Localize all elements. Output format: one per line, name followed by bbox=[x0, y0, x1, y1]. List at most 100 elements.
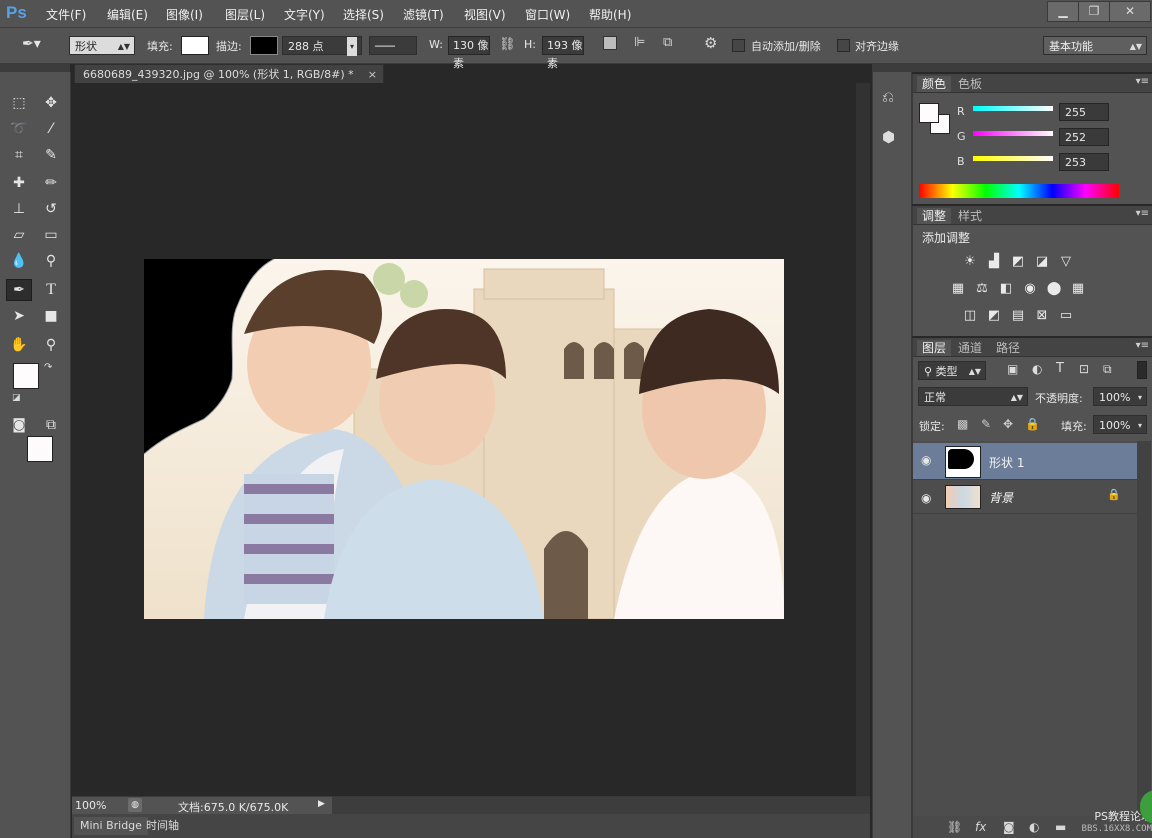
eye-icon[interactable]: ◉ bbox=[921, 491, 931, 505]
stroke-swatch[interactable] bbox=[250, 36, 278, 55]
brush-tool-icon[interactable]: ✏ bbox=[38, 172, 64, 194]
status-menu-icon[interactable]: ◍ bbox=[128, 798, 142, 812]
eyedropper-tool-icon[interactable]: ✎ bbox=[38, 144, 64, 166]
filter-smart-object-icon[interactable]: ⧉ bbox=[1103, 362, 1112, 377]
channel-g-value[interactable]: 252 bbox=[1059, 128, 1109, 146]
path-arrangement-icon[interactable]: ⧉ bbox=[663, 35, 672, 50]
3d-panel-icon[interactable]: ⬢ bbox=[882, 128, 895, 146]
move-tool-icon[interactable]: ✥ bbox=[38, 92, 64, 114]
close-icon[interactable]: × bbox=[368, 65, 377, 84]
foreground-color-chip[interactable] bbox=[919, 103, 939, 123]
minimize-button[interactable]: ▁ bbox=[1047, 1, 1079, 22]
menu-edit[interactable]: 编辑(E) bbox=[107, 6, 148, 23]
quick-mask-icon[interactable]: ◙ bbox=[6, 414, 32, 436]
opacity-field[interactable]: 100% ▾ bbox=[1093, 387, 1147, 406]
quick-select-tool-icon[interactable]: ⁄ bbox=[38, 118, 64, 140]
channel-b-value[interactable]: 253 bbox=[1059, 153, 1109, 171]
type-tool-icon[interactable]: T bbox=[38, 279, 64, 301]
lasso-tool-icon[interactable]: ➰ bbox=[6, 118, 32, 140]
photo-filter-icon[interactable]: ◉ bbox=[1021, 281, 1039, 297]
link-icon[interactable]: ⛓ bbox=[499, 37, 516, 52]
gradient-map-icon[interactable]: ▭ bbox=[1057, 308, 1075, 324]
document-tab[interactable]: 6680689_439320.jpg @ 100% (形状 1, RGB/8#)… bbox=[74, 64, 384, 83]
tab-channels[interactable]: 通道 bbox=[953, 340, 987, 356]
lock-image-icon[interactable]: ✎ bbox=[981, 417, 991, 431]
path-alignment-icon[interactable]: ⊫ bbox=[634, 35, 645, 50]
vertical-scrollbar[interactable] bbox=[856, 83, 870, 796]
new-adjustment-icon[interactable]: ◐ bbox=[1029, 820, 1039, 834]
threshold-icon[interactable]: ▤ bbox=[1009, 308, 1027, 324]
dodge-tool-icon[interactable]: ⚲ bbox=[38, 250, 64, 272]
menu-file[interactable]: 文件(F) bbox=[46, 6, 86, 23]
lock-transparent-icon[interactable]: ▩ bbox=[957, 417, 968, 431]
stroke-style-dropdown[interactable]: ─── bbox=[369, 36, 417, 55]
play-arrow-icon[interactable]: ▶ bbox=[318, 799, 325, 809]
menu-window[interactable]: 窗口(W) bbox=[525, 6, 570, 23]
invert-icon[interactable]: ◫ bbox=[961, 308, 979, 324]
tab-paths[interactable]: 路径 bbox=[991, 340, 1025, 356]
tab-timeline[interactable]: 时间轴 bbox=[140, 817, 185, 835]
color-balance-icon[interactable]: ⚖ bbox=[973, 281, 991, 297]
stroke-size-field[interactable]: 288 点 ▾ bbox=[282, 36, 362, 56]
tab-color[interactable]: 颜色 bbox=[917, 76, 952, 92]
fill-field[interactable]: 100% ▾ bbox=[1093, 415, 1147, 434]
lock-all-icon[interactable]: 🔒 bbox=[1025, 417, 1040, 431]
horizontal-scrollbar[interactable] bbox=[332, 797, 870, 815]
document-image[interactable] bbox=[144, 259, 784, 619]
auto-add-delete-checkbox[interactable] bbox=[732, 39, 745, 52]
blur-tool-icon[interactable]: 💧 bbox=[6, 250, 32, 272]
layer-name[interactable]: 背景 bbox=[989, 489, 1013, 506]
filter-toggle[interactable] bbox=[1137, 361, 1147, 379]
blend-mode-dropdown[interactable]: 正常 ▲▼ bbox=[918, 387, 1028, 406]
panel-menu-icon[interactable]: ▾≡ bbox=[1136, 340, 1149, 351]
brightness-icon[interactable]: ☀ bbox=[961, 254, 979, 270]
tab-styles[interactable]: 样式 bbox=[953, 208, 987, 224]
pen-tool-icon[interactable]: ✒ bbox=[6, 279, 32, 301]
zoom-tool-icon[interactable]: ⚲ bbox=[38, 334, 64, 356]
layers-scrollbar[interactable] bbox=[1137, 441, 1151, 821]
selective-color-icon[interactable]: ⊠ bbox=[1033, 308, 1051, 324]
layer-row[interactable]: ◉ 背景 🔒 bbox=[913, 481, 1139, 514]
hand-tool-icon[interactable]: ✋ bbox=[6, 334, 32, 356]
background-color-swatch[interactable] bbox=[27, 436, 53, 462]
vibrance-icon[interactable]: ▽ bbox=[1057, 254, 1075, 270]
zoom-level[interactable]: 100% bbox=[75, 799, 106, 812]
pen-tool-preset-icon[interactable]: ✒▾ bbox=[22, 36, 41, 52]
toolbar-collapse-strip[interactable] bbox=[0, 64, 70, 72]
gradient-tool-icon[interactable]: ▭ bbox=[38, 224, 64, 246]
default-colors-icon[interactable]: ◪ bbox=[12, 393, 21, 403]
tab-mini-bridge[interactable]: Mini Bridge bbox=[74, 817, 148, 835]
eye-icon[interactable]: ◉ bbox=[921, 453, 931, 467]
close-button[interactable]: ✕ bbox=[1109, 1, 1151, 22]
rectangle-tool-icon[interactable]: ■ bbox=[38, 305, 64, 327]
menu-select[interactable]: 选择(S) bbox=[343, 6, 384, 23]
menu-image[interactable]: 图像(I) bbox=[166, 6, 203, 23]
levels-icon[interactable]: ▟ bbox=[985, 254, 1003, 270]
add-mask-icon[interactable]: ◙ bbox=[1003, 820, 1015, 834]
filter-shape-icon[interactable]: ⊡ bbox=[1079, 362, 1089, 376]
screen-mode-icon[interactable]: ⧉ bbox=[38, 414, 64, 436]
panel-menu-icon[interactable]: ▾≡ bbox=[1136, 76, 1149, 87]
tab-swatches[interactable]: 色板 bbox=[953, 76, 987, 92]
history-panel-icon[interactable]: ⎌ bbox=[882, 88, 894, 106]
black-white-icon[interactable]: ◧ bbox=[997, 281, 1015, 297]
fill-swatch[interactable] bbox=[181, 36, 209, 55]
curves-icon[interactable]: ◩ bbox=[1009, 254, 1027, 270]
posterize-icon[interactable]: ◩ bbox=[985, 308, 1003, 324]
menu-view[interactable]: 视图(V) bbox=[464, 6, 506, 23]
tab-adjustments[interactable]: 调整 bbox=[917, 208, 952, 224]
filter-type-icon[interactable]: T bbox=[1056, 361, 1064, 376]
marquee-tool-icon[interactable]: ⬚ bbox=[6, 92, 32, 114]
layer-style-icon[interactable]: fx bbox=[975, 820, 986, 834]
tab-layers[interactable]: 图层 bbox=[917, 340, 952, 356]
path-selection-tool-icon[interactable]: ➤ bbox=[6, 305, 32, 327]
swap-colors-icon[interactable]: ↷ bbox=[44, 362, 52, 373]
menu-filter[interactable]: 滤镜(T) bbox=[403, 6, 444, 23]
hue-saturation-icon[interactable]: ▦ bbox=[949, 281, 967, 297]
align-edges-checkbox[interactable] bbox=[837, 39, 850, 52]
channel-b-slider[interactable] bbox=[973, 156, 1053, 161]
channel-g-slider[interactable] bbox=[973, 131, 1053, 136]
menu-type[interactable]: 文字(Y) bbox=[284, 6, 325, 23]
panel-collapse-strip[interactable] bbox=[872, 64, 1152, 72]
exposure-icon[interactable]: ◪ bbox=[1033, 254, 1051, 270]
